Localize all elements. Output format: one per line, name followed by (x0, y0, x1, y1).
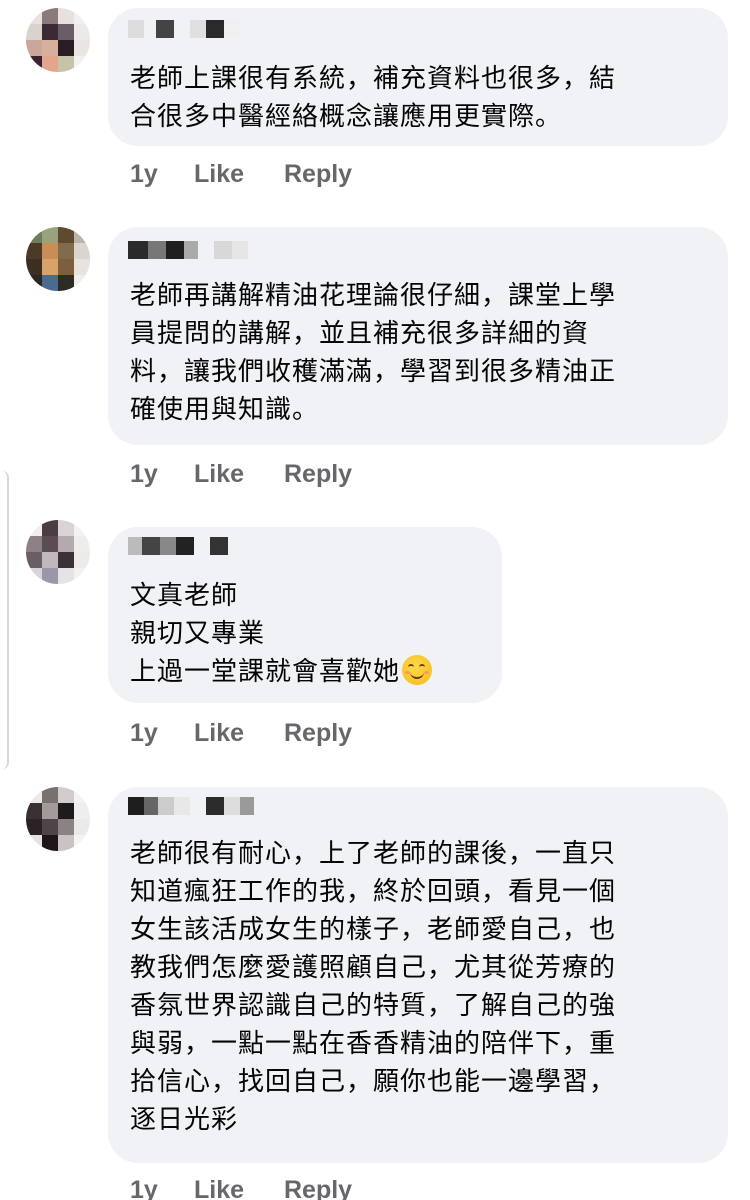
author-name-blurred[interactable] (128, 241, 248, 261)
author-name-blurred[interactable] (128, 537, 228, 557)
comment-bubble: 老師再講解精油花理論很仔細，課堂上學 員提問的講解，並且補充很多詳細的資 料，讓… (108, 227, 728, 445)
like-button[interactable]: Like (194, 160, 284, 189)
avatar[interactable] (26, 520, 90, 584)
avatar[interactable] (26, 787, 90, 851)
comment-actions: 1y Like Reply (130, 460, 352, 489)
author-name-blurred[interactable] (128, 797, 254, 817)
avatar[interactable] (26, 227, 90, 291)
comment-text: 文真老師 親切又專業 上過一堂課就會喜歡她 (130, 577, 484, 691)
reply-button[interactable]: Reply (284, 719, 352, 748)
reply-button[interactable]: Reply (284, 1176, 352, 1200)
comment-text: 老師再講解精油花理論很仔細，課堂上學 員提問的講解，並且補充很多詳細的資 料，讓… (130, 281, 617, 425)
scroll-edge (0, 470, 9, 770)
comment-actions: 1y Like Reply (130, 160, 352, 189)
comment-time: 1y (130, 460, 158, 488)
comment-actions: 1y Like Reply (130, 719, 352, 748)
author-name-blurred[interactable] (128, 20, 240, 40)
like-button[interactable]: Like (194, 719, 284, 748)
reply-button[interactable]: Reply (284, 460, 352, 489)
like-button[interactable]: Like (194, 1176, 284, 1200)
comment-text: 老師上課很有系統，補充資料也很多，結 合很多中醫經絡概念讓應用更實際。 (130, 64, 617, 132)
comment-time: 1y (130, 719, 158, 747)
reply-button[interactable]: Reply (284, 160, 352, 189)
comment-time: 1y (130, 1176, 158, 1200)
smiling-face-emoji (402, 655, 433, 685)
comment-bubble: 老師很有耐心，上了老師的課後，一直只 知道瘋狂工作的我，終於回頭，看見一個 女生… (108, 787, 728, 1163)
like-button[interactable]: Like (194, 460, 284, 489)
comment-bubble: 老師上課很有系統，補充資料也很多，結 合很多中醫經絡概念讓應用更實際。 (108, 8, 728, 146)
comment-bubble: 文真老師 親切又專業 上過一堂課就會喜歡她 (108, 527, 502, 703)
avatar[interactable] (26, 8, 90, 72)
comment-text-body: 文真老師 親切又專業 上過一堂課就會喜歡她 (130, 581, 401, 687)
comment-actions: 1y Like Reply (130, 1176, 352, 1200)
comment-time: 1y (130, 160, 158, 188)
comment-text: 老師很有耐心，上了老師的課後，一直只 知道瘋狂工作的我，終於回頭，看見一個 女生… (130, 839, 617, 1135)
comment-thread: 老師上課很有系統，補充資料也很多，結 合很多中醫經絡概念讓應用更實際。 1y L… (0, 0, 750, 1200)
